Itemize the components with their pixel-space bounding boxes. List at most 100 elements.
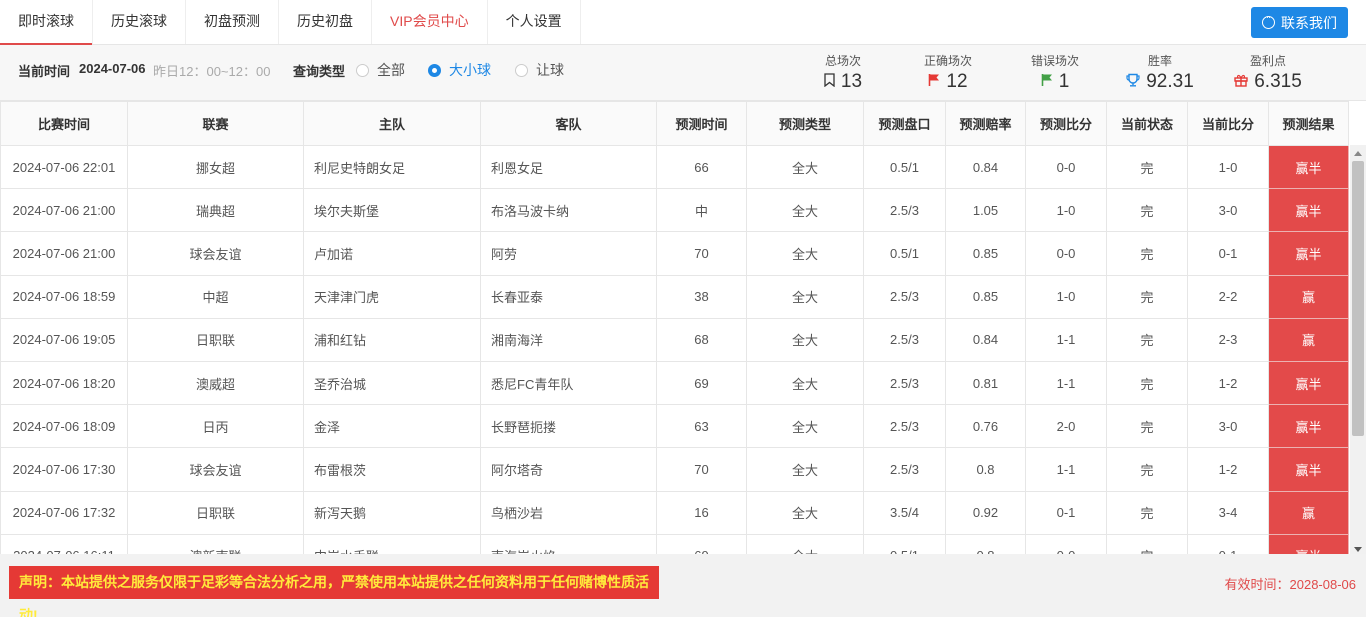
- tab-history-opening[interactable]: 历史初盘: [279, 0, 372, 44]
- prediction-table-container: 比赛时间 联赛 主队 客队 预测时间 预测类型 预测盘口 预测赔率 预测比分 当…: [0, 101, 1350, 554]
- radio-over-under-circle: [428, 63, 441, 77]
- header-league: 联赛: [127, 101, 304, 146]
- cell-predict-result: 赢半: [1268, 360, 1349, 406]
- cell-league: 日丙: [127, 404, 304, 449]
- table-row[interactable]: 2024-07-06 16:11澳新南联中岸水手联南海岸火焰69全大0.5/10…: [0, 533, 1349, 554]
- cell-current-status: 完: [1106, 188, 1188, 233]
- cell-predict-line: 0.5/1: [863, 533, 946, 554]
- table-row[interactable]: 2024-07-06 18:20 澳威超 圣乔治城 悉尼FC青年队 69 全大 2.5/3 0…: [0, 360, 1349, 406]
- table-row[interactable]: 2024-07-06 21:00 瑞典超 埃尔夫斯堡 布洛马波卡纳中全大 2.5/3 1.…: [0, 188, 1349, 233]
- cell-current-score: 3-0: [1187, 404, 1269, 449]
- table-row[interactable]: 2024-07-06 17:30 球会友谊 布雷根茨 阿尔塔奇 70 全大 2.5/3 0.8…: [0, 447, 1349, 492]
- table-row[interactable]: 2024-07-06 19:05 日职联 浦和红钻 湘南海洋 68 全大 2.5/3 0.84…: [0, 317, 1349, 362]
- radio-all[interactable]: 全部: [356, 60, 405, 80]
- cell-current-score: 1-2: [1187, 447, 1269, 492]
- scroll-down-icon[interactable]: [1354, 547, 1362, 552]
- cell-match-time: 2024-07-06 17:30: [0, 447, 128, 492]
- cell-predict-line: 2.5/3: [863, 447, 946, 492]
- stat-wrong-label: 错误场次: [1030, 54, 1079, 68]
- cell-current-status: 完: [1106, 231, 1188, 276]
- cell-predict-odds: 0.85: [945, 274, 1026, 319]
- cell-predict-line: 3.5/4: [863, 490, 946, 535]
- expiry-date: 有效时间：2028-08-06: [1224, 577, 1357, 592]
- stat-win-rate: 胜率 92.31: [1122, 53, 1198, 94]
- cell-league: 球会友谊: [127, 447, 304, 492]
- cell-match-time: 2024-07-06 18:09: [0, 404, 128, 449]
- cell-current-status: 完: [1106, 360, 1188, 406]
- cell-predict-type: 全大: [746, 447, 864, 492]
- cell-away-team: 湘南海洋: [480, 317, 657, 362]
- cell-predict-score: 0-0: [1025, 533, 1107, 554]
- cell-predict-time: 70: [656, 231, 747, 276]
- table-row[interactable]: 2024-07-06 18:09 日丙 金泽 长野琶扼搂 63 全大 2.5/3 0.76 2-…: [0, 404, 1349, 449]
- cell-current-score: 3-0: [1187, 188, 1269, 233]
- cell-current-status: 完: [1106, 144, 1188, 190]
- current-date: 2024-07-06: [79, 61, 146, 76]
- stat-total-label: 总场次: [824, 54, 861, 68]
- cell-predict-result: 赢半: [1268, 404, 1349, 449]
- cell-predict-odds: 0.85: [945, 231, 1026, 276]
- table-row[interactable]: 2024-07-06 21:00 球会友谊 卢加诺 阿劳 70 全大 0.5/1 0.85 0-…: [0, 231, 1349, 276]
- cell-predict-result: 赢半: [1268, 231, 1349, 276]
- stat-profit-label: 盈利点: [1249, 54, 1286, 68]
- cell-home-team: 浦和红钻: [303, 317, 481, 362]
- cell-current-score: 1-2: [1187, 360, 1269, 406]
- table-row[interactable]: 2024-07-06 17:32 日职联 新泻天鹅 鸟栖沙岩 16 全大 3.5/4 0.92…: [0, 490, 1349, 535]
- tab-history-inplay[interactable]: 历史滚球: [93, 0, 186, 44]
- cell-predict-result: 赢半: [1268, 447, 1349, 492]
- cell-predict-odds: 0.8: [945, 533, 1026, 554]
- cell-home-team: 利尼史特朗女足: [303, 144, 481, 190]
- cell-predict-line: 0.5/1: [863, 231, 946, 276]
- cell-predict-type: 全大: [746, 490, 864, 535]
- header-away-team: 客队: [480, 101, 657, 146]
- cell-predict-line: 2.5/3: [863, 274, 946, 319]
- cell-predict-score: 1-1: [1025, 447, 1107, 492]
- cell-predict-time: 38: [656, 274, 747, 319]
- cell-match-time: 2024-07-06 19:05: [0, 317, 128, 362]
- cell-predict-line: 2.5/3: [863, 404, 946, 449]
- table-header-row: 比赛时间 联赛 主队 客队 预测时间 预测类型 预测盘口 预测赔率 预测比分 当…: [0, 101, 1349, 146]
- cell-current-status: 完: [1106, 447, 1188, 492]
- table-row[interactable]: 2024-07-06 22:01 挪女超 利尼史特朗女足 利恩女足 66 全大 0.5/1 0…: [0, 144, 1349, 190]
- cell-predict-odds: 0.81: [945, 360, 1026, 406]
- contact-us-button[interactable]: 联系我们: [1251, 7, 1348, 38]
- table-row[interactable]: 2024-07-06 18:59 中超 天津津门虎 长春亚泰 38 全大 2.5/3 0.85…: [0, 274, 1349, 319]
- time-range-hint: 昨日12：00~12：00: [153, 64, 271, 79]
- tab-personal-settings[interactable]: 个人设置: [488, 0, 581, 44]
- cell-predict-score: 0-1: [1025, 490, 1107, 535]
- cell-league: 澳新南联: [127, 533, 304, 554]
- cell-predict-result: 赢半: [1268, 533, 1349, 554]
- stat-correct-value: 12: [946, 71, 968, 92]
- tab-vip-center[interactable]: VIP会员中心: [372, 0, 488, 44]
- table-scrollbar[interactable]: [1350, 145, 1366, 554]
- tab-live-inplay[interactable]: 即时滚球: [0, 0, 93, 45]
- cell-home-team: 布雷根茨: [303, 447, 481, 492]
- cell-home-team: 天津津门虎: [303, 274, 481, 319]
- cell-predict-time: 63: [656, 404, 747, 449]
- cell-predict-odds: 0.92: [945, 490, 1026, 535]
- cell-predict-type: 全大: [746, 317, 864, 362]
- scrollbar-thumb[interactable]: [1352, 161, 1364, 436]
- cell-away-team: 阿尔塔奇: [480, 447, 657, 492]
- cell-predict-type: 全大: [746, 274, 864, 319]
- header-home-team: 主队: [303, 101, 481, 146]
- radio-over-under[interactable]: 大小球: [428, 60, 491, 80]
- stat-wrong-value: 1: [1058, 71, 1070, 92]
- header-predict-time: 预测时间: [656, 101, 747, 146]
- cell-home-team: 新泻天鹅: [303, 490, 481, 535]
- table-body: 2024-07-06 22:01 挪女超 利尼史特朗女足 利恩女足 66 全大 0.5/1 0…: [0, 144, 1349, 554]
- cell-predict-score: 1-0: [1025, 188, 1107, 233]
- cell-match-time: 2024-07-06 18:59: [0, 274, 128, 319]
- cell-away-team: 阿劳: [480, 231, 657, 276]
- scroll-up-icon[interactable]: [1354, 151, 1362, 156]
- green-flag-icon: [1041, 70, 1053, 94]
- cell-match-time: 2024-07-06 21:00: [0, 188, 128, 233]
- header-predict-score: 预测比分: [1025, 101, 1107, 146]
- header-current-status: 当前状态: [1106, 101, 1188, 146]
- cell-match-time: 2024-07-06 16:11: [0, 533, 128, 554]
- cell-home-team: 中岸水手联: [303, 533, 481, 554]
- cell-predict-time: 69: [656, 533, 747, 554]
- cell-current-status: 完: [1106, 490, 1188, 535]
- radio-handicap[interactable]: 让球: [515, 60, 564, 80]
- tab-opening-prediction[interactable]: 初盘预测: [186, 0, 279, 44]
